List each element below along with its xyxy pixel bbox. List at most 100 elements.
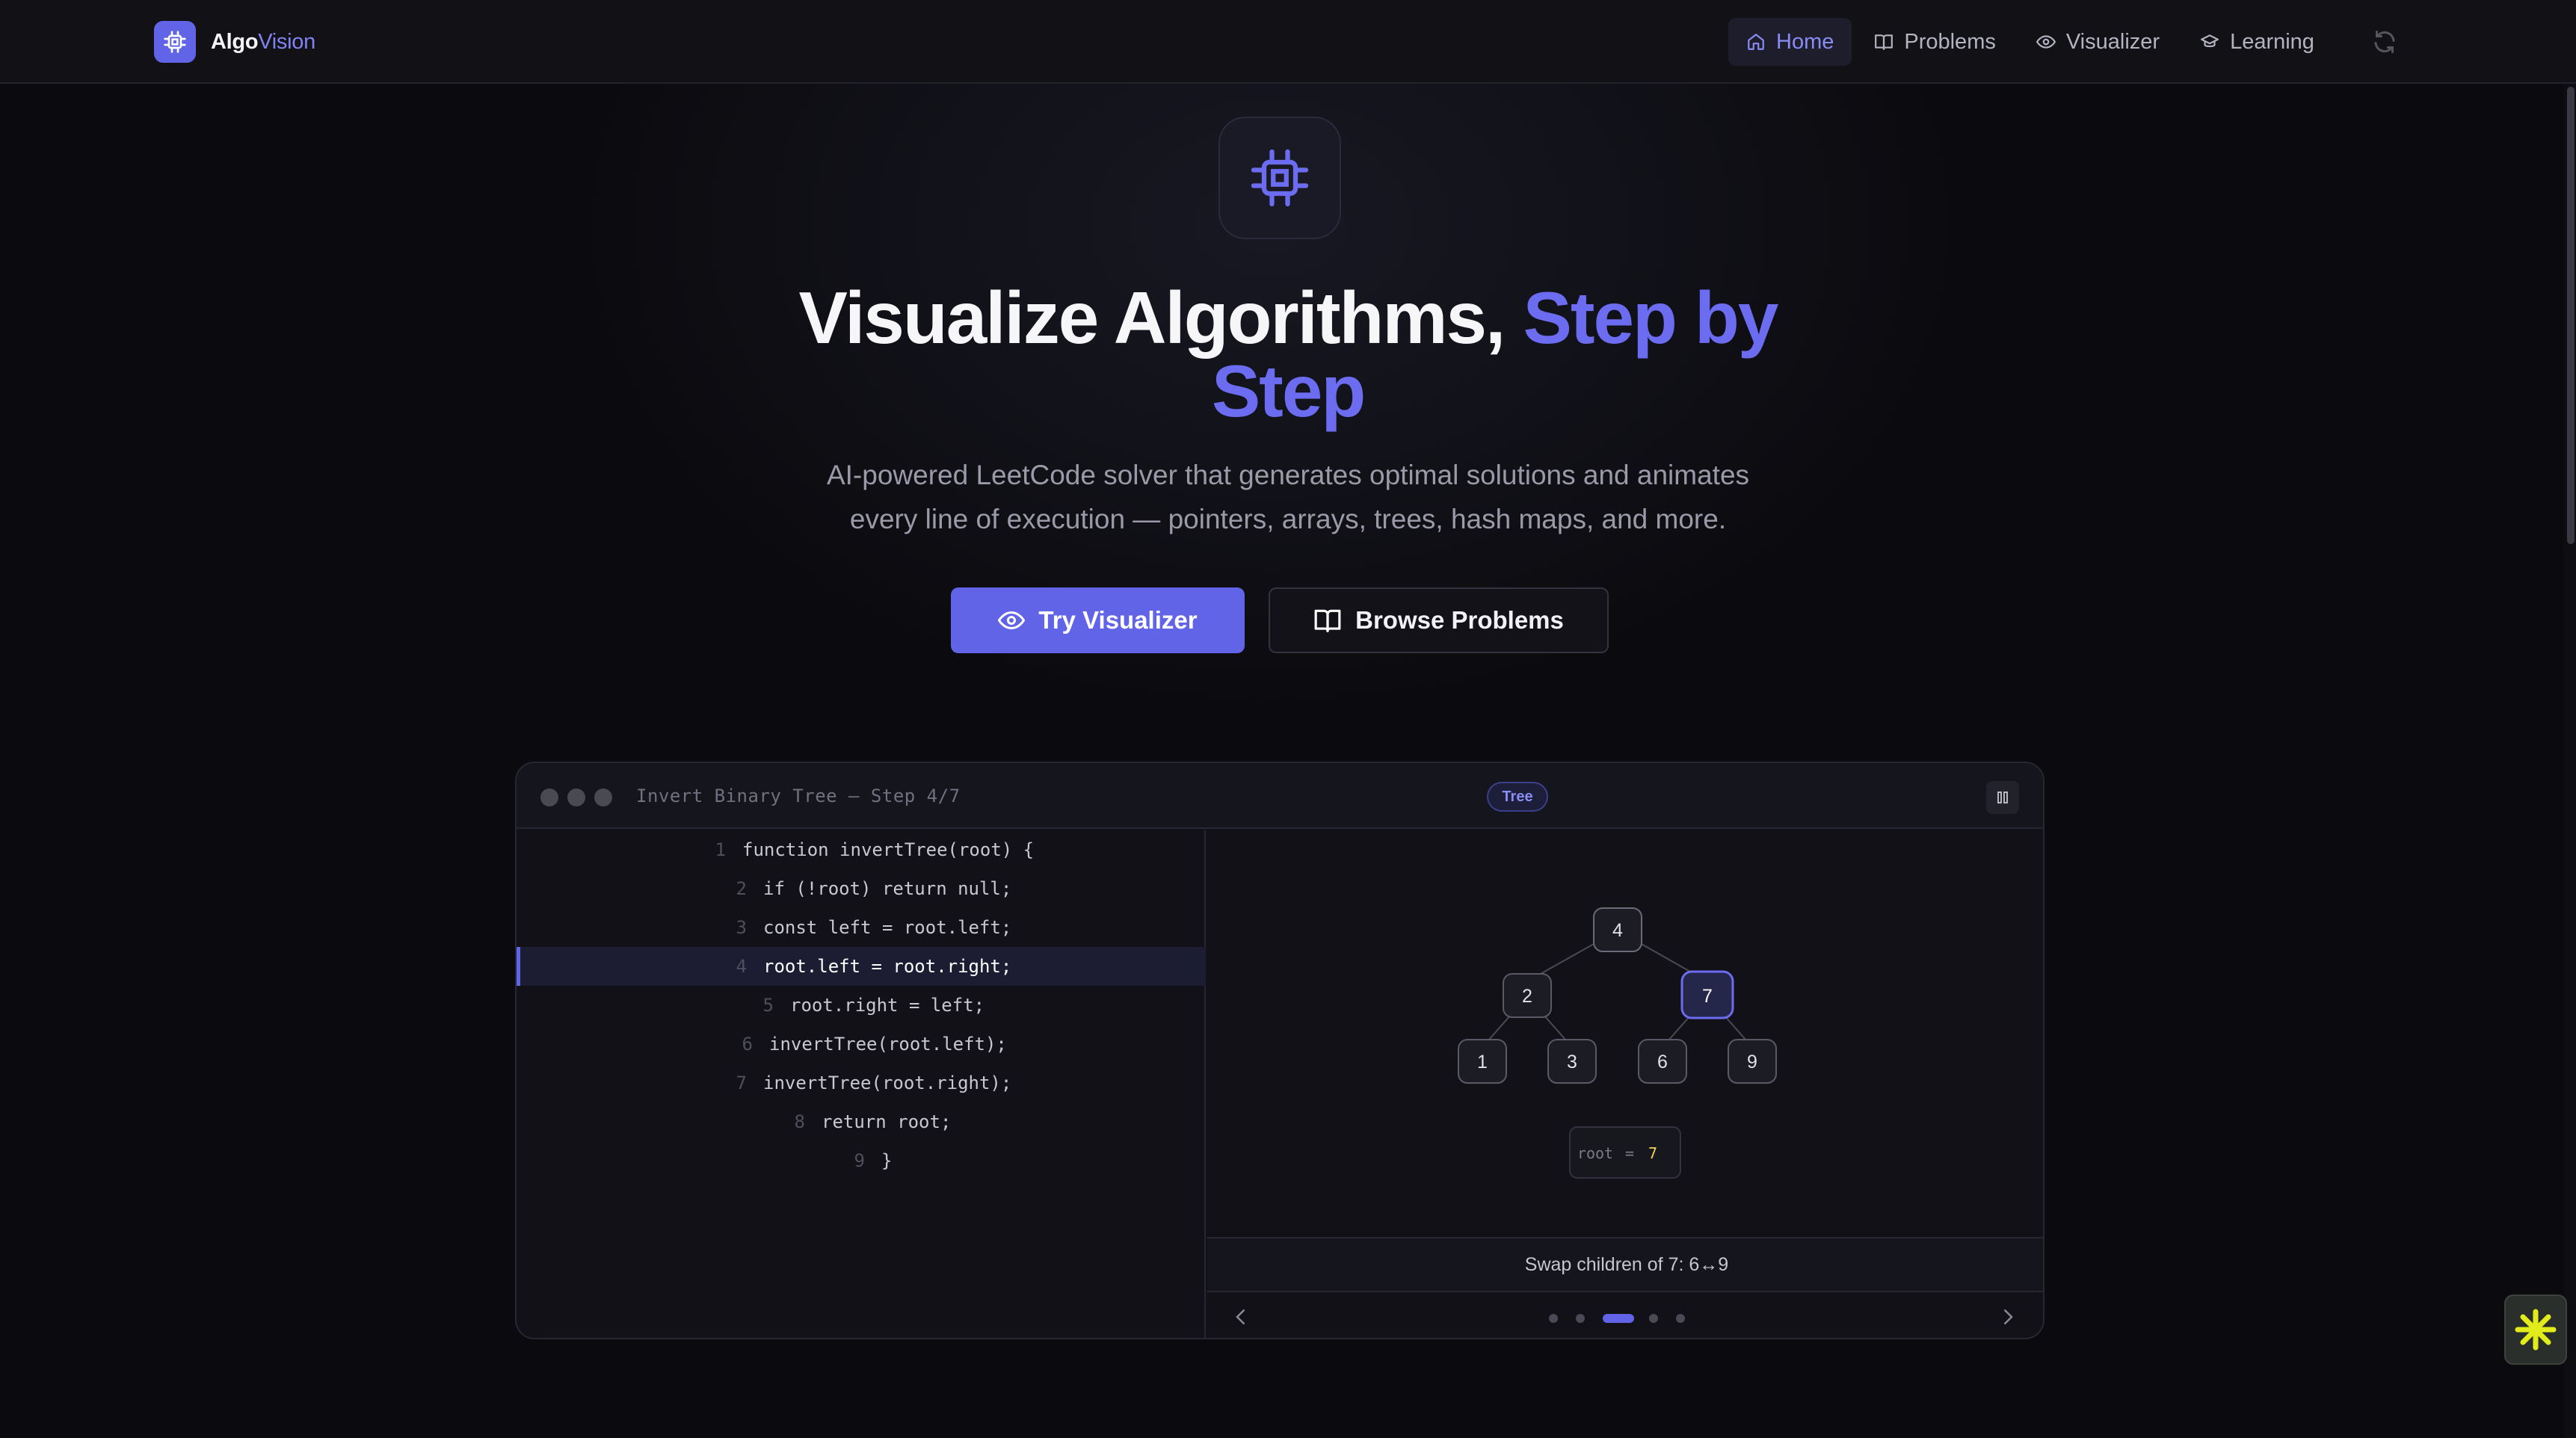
code-line-3: 3 const left = root.left; bbox=[517, 908, 1206, 947]
window-dot-minimize bbox=[567, 789, 585, 806]
floating-assistant-widget[interactable] bbox=[2504, 1294, 2567, 1365]
nav-item-label: Visualizer bbox=[2065, 29, 2160, 54]
step-navigation bbox=[1207, 1292, 2043, 1338]
code-line-7: 7 invertTree(root.right); bbox=[517, 1064, 1206, 1102]
line-number: 6 bbox=[742, 1034, 753, 1055]
graduation-cap-icon bbox=[2201, 34, 2219, 48]
tree-node-label: 4 bbox=[1612, 920, 1623, 941]
tree-node-9: 9 bbox=[1728, 1039, 1777, 1084]
line-number: 2 bbox=[736, 878, 747, 899]
tree-node-1: 1 bbox=[1458, 1039, 1507, 1084]
nav-links: Home Problems Visualizer Learning bbox=[1728, 18, 2337, 66]
hero-headline: Visualize Algorithms, Step by Step bbox=[727, 281, 1849, 428]
window-dot-close bbox=[540, 789, 558, 806]
nav-item-label: Problems bbox=[1904, 29, 1996, 54]
line-number: 9 bbox=[854, 1150, 865, 1171]
tree-node-label: 3 bbox=[1567, 1052, 1577, 1073]
tree-node-4: 4 bbox=[1593, 907, 1642, 952]
code-text: const left = root.left; bbox=[763, 917, 1012, 938]
code-line-1: 1 function invertTree(root) { bbox=[517, 830, 1206, 869]
code-line-9: 9} bbox=[517, 1141, 1206, 1180]
code-line-2: 2 if (!root) return null; bbox=[517, 869, 1206, 908]
code-line-5: 5 root.right = left; bbox=[517, 986, 1206, 1025]
tree-node-6: 6 bbox=[1638, 1039, 1687, 1084]
variable-eq: = bbox=[1625, 1144, 1634, 1162]
code-text: function invertTree(root) { bbox=[742, 839, 1035, 860]
tree-node-label: 1 bbox=[1477, 1052, 1488, 1073]
tree-node-label: 2 bbox=[1522, 986, 1532, 1007]
scrollbar-thumb[interactable] bbox=[2567, 87, 2575, 544]
code-text: } bbox=[881, 1150, 893, 1171]
nav-item-label: Learning bbox=[2230, 29, 2314, 54]
pause-button[interactable] bbox=[1986, 781, 2019, 814]
nav-item-learning[interactable]: Learning bbox=[2182, 18, 2332, 66]
line-number: 4 bbox=[736, 956, 747, 977]
line-number: 8 bbox=[794, 1111, 805, 1132]
book-icon bbox=[1314, 609, 1341, 632]
home-icon bbox=[1748, 34, 1764, 50]
pause-icon bbox=[1997, 791, 2008, 803]
tree-node-label: 6 bbox=[1657, 1052, 1668, 1073]
variable-name: root bbox=[1577, 1144, 1613, 1162]
headline-plain: Visualize Algorithms, bbox=[798, 277, 1523, 359]
nav-item-home[interactable]: Home bbox=[1728, 18, 1852, 66]
code-text: invertTree(root.left); bbox=[769, 1034, 1007, 1055]
line-number: 7 bbox=[736, 1073, 747, 1093]
step-dot-5[interactable] bbox=[1676, 1314, 1685, 1323]
cpu-chip-icon bbox=[154, 21, 196, 63]
step-dot-1[interactable] bbox=[1549, 1314, 1558, 1323]
eye-icon bbox=[2036, 35, 2056, 49]
code-pane: 1 function invertTree(root) { 2 if (!root)… bbox=[517, 830, 1206, 1338]
brand-name: AlgoVision bbox=[211, 30, 315, 55]
step-dot-2[interactable] bbox=[1576, 1314, 1585, 1323]
step-dot-3-active[interactable] bbox=[1603, 1314, 1634, 1323]
refresh-icon[interactable] bbox=[2371, 28, 2398, 55]
try-visualizer-label: Try Visualizer bbox=[1038, 606, 1198, 634]
nav-item-problems[interactable]: Problems bbox=[1856, 18, 2014, 66]
top-navigation-bar: AlgoVision Home Problems Visualizer Lear… bbox=[0, 0, 2576, 84]
step-dot-4[interactable] bbox=[1649, 1314, 1658, 1323]
visualizer-demo-window: Invert Binary Tree — Step 4/7 Tree 1 func… bbox=[515, 762, 2045, 1339]
book-icon bbox=[1875, 34, 1894, 50]
brand-name-part2: Vision bbox=[258, 29, 315, 54]
brand[interactable]: AlgoVision bbox=[154, 21, 315, 63]
code-text: if (!root) return null; bbox=[763, 878, 1012, 899]
nav-item-visualizer[interactable]: Visualizer bbox=[2018, 18, 2178, 66]
code-text: root.right = left; bbox=[790, 995, 985, 1016]
code-line-4-highlighted: 4 root.left = root.right; bbox=[517, 947, 1206, 986]
nav-item-label: Home bbox=[1776, 29, 1834, 54]
browse-problems-button[interactable]: Browse Problems bbox=[1269, 587, 1609, 653]
browse-problems-label: Browse Problems bbox=[1355, 606, 1564, 634]
line-number: 1 bbox=[715, 839, 726, 860]
sparkle-icon bbox=[2515, 1309, 2557, 1351]
code-text: root.left = root.right; bbox=[763, 956, 1012, 977]
code-text: return root; bbox=[822, 1111, 952, 1132]
window-dot-maximize bbox=[594, 789, 612, 806]
tree-node-3: 3 bbox=[1547, 1039, 1597, 1084]
line-number: 5 bbox=[762, 995, 774, 1016]
tree-node-label: 7 bbox=[1702, 986, 1713, 1007]
visualization-pane: 4 2 7 1 3 6 9 root = 7 Swap children of … bbox=[1207, 830, 2043, 1338]
hero-cpu-chip-icon bbox=[1218, 117, 1341, 239]
eye-icon bbox=[998, 611, 1026, 630]
subtitle-line-2: every line of execution — pointers, arra… bbox=[849, 504, 1727, 534]
line-number: 3 bbox=[736, 917, 747, 938]
code-line-8: 8 return root; bbox=[517, 1102, 1206, 1141]
step-status-bar: Swap children of 7: 6↔9 bbox=[1207, 1237, 2043, 1292]
variable-box: root = 7 bbox=[1569, 1126, 1681, 1179]
code-line-6: 6 invertTree(root.left); bbox=[517, 1025, 1206, 1064]
chevron-right-icon[interactable] bbox=[1997, 1306, 2019, 1328]
hero-subtitle: AI-powered LeetCode solver that generate… bbox=[727, 453, 1849, 541]
tree-node-label: 9 bbox=[1747, 1052, 1757, 1073]
variable-value: 7 bbox=[1648, 1144, 1657, 1162]
brand-name-part1: Algo bbox=[211, 29, 259, 54]
step-status-text: Swap children of 7: 6↔9 bbox=[1524, 1253, 1729, 1275]
try-visualizer-button[interactable]: Try Visualizer bbox=[951, 587, 1245, 653]
tree-node-2: 2 bbox=[1503, 973, 1552, 1018]
demo-window-header: Invert Binary Tree — Step 4/7 Tree bbox=[517, 763, 2043, 829]
chevron-left-icon[interactable] bbox=[1230, 1306, 1252, 1328]
tree-node-7-highlighted: 7 bbox=[1680, 970, 1734, 1019]
category-tag: Tree bbox=[1487, 782, 1548, 812]
subtitle-line-1: AI-powered LeetCode solver that generate… bbox=[826, 460, 1750, 490]
demo-title: Invert Binary Tree — Step 4/7 bbox=[636, 786, 961, 806]
